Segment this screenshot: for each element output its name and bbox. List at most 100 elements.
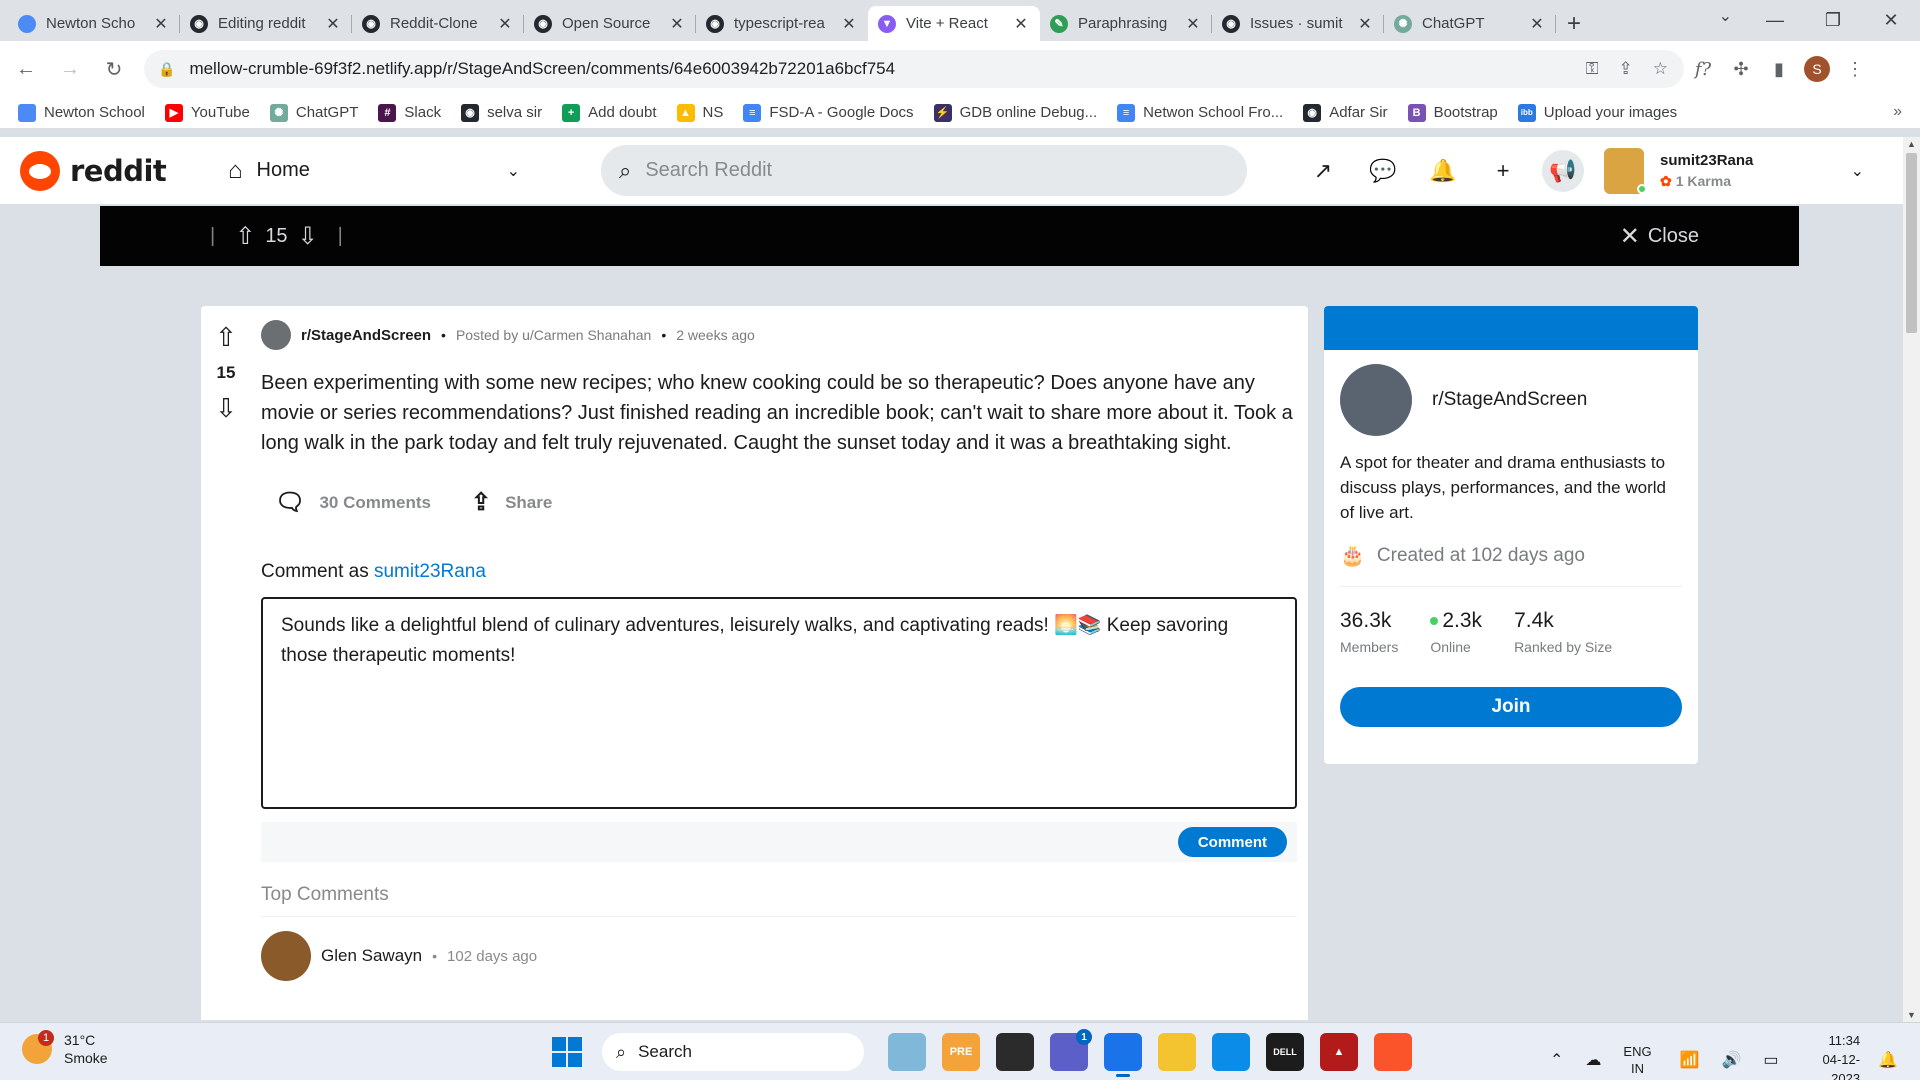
taskbar-app-brave-icon[interactable] — [1374, 1033, 1412, 1071]
address-bar[interactable]: 🔒 mellow-crumble-69f3f2.netlify.app/r/St… — [144, 50, 1684, 88]
subreddit-link[interactable]: r/StageAndScreen — [301, 327, 431, 344]
bookmark-item[interactable]: ▶ YouTube — [164, 103, 250, 122]
bookmark-item[interactable]: ▲ NS — [676, 103, 723, 122]
weather-widget[interactable]: 1 31°C Smoke — [22, 1030, 108, 1067]
browser-tab[interactable]: Newton Scho ✕ — [8, 6, 180, 41]
comment-submit-button[interactable]: Comment — [1177, 827, 1287, 857]
taskbar-app-edge-icon[interactable] — [1212, 1033, 1250, 1071]
scroll-up-icon[interactable]: ▲ — [1907, 139, 1916, 149]
share-icon[interactable]: ⇪ — [1619, 59, 1633, 79]
tab-close-icon[interactable]: ✕ — [668, 14, 686, 34]
bookmark-item[interactable]: + Add doubt — [562, 103, 657, 122]
forward-arrow-icon[interactable]: → — [52, 51, 88, 87]
tab-close-icon[interactable]: ✕ — [152, 14, 170, 34]
notification-bell-icon[interactable]: 🔔 — [1878, 1050, 1898, 1070]
browser-tab[interactable]: ✺ ChatGPT ✕ — [1384, 6, 1556, 41]
reload-icon[interactable]: ↻ — [96, 51, 132, 87]
browser-tab[interactable]: ◉ Reddit-Clone ✕ — [352, 6, 524, 41]
join-button[interactable]: Join — [1340, 687, 1682, 727]
bookmarks-overflow-icon[interactable]: » — [1893, 103, 1902, 121]
bookmark-item[interactable]: Newton School — [18, 103, 145, 122]
community-name[interactable]: r/StageAndScreen — [1432, 389, 1587, 411]
profile-button[interactable]: S — [1798, 50, 1836, 88]
chat-icon[interactable]: 💬 — [1362, 150, 1404, 192]
taskbar-app-chrome-icon[interactable] — [1104, 1033, 1142, 1077]
comment-textarea[interactable]: Sounds like a delightful blend of culina… — [261, 597, 1297, 809]
page-scrollbar[interactable]: ▲ ▼ — [1903, 137, 1920, 1022]
downvote-arrow-icon[interactable]: ⇩ — [298, 222, 318, 251]
windows-start-icon[interactable] — [552, 1037, 582, 1067]
volume-icon[interactable]: 🔊 — [1722, 1050, 1742, 1070]
share-button[interactable]: ⇪ Share — [471, 488, 552, 517]
bookmark-item[interactable]: ≡ FSD-A - Google Docs — [743, 103, 914, 122]
close-window-icon[interactable]: ✕ — [1862, 10, 1920, 31]
back-arrow-icon[interactable]: ← — [8, 51, 44, 87]
restore-icon[interactable]: ❐ — [1804, 10, 1862, 31]
new-tab-button[interactable]: + — [1556, 6, 1592, 41]
battery-icon[interactable]: ▭ — [1763, 1050, 1778, 1070]
tab-close-icon[interactable]: ✕ — [496, 14, 514, 34]
bookmark-item[interactable]: ◉ selva sir — [461, 103, 542, 122]
taskbar-app-file-explorer-icon[interactable] — [1158, 1033, 1196, 1071]
browser-menu-icon[interactable]: ⋮ — [1836, 50, 1874, 88]
url-text[interactable]: mellow-crumble-69f3f2.netlify.app/r/Stag… — [189, 59, 1585, 79]
reddit-logo[interactable]: reddit — [20, 150, 167, 191]
bookmark-item[interactable]: ✺ ChatGPT — [269, 103, 358, 122]
advertise-megaphone-icon[interactable]: 📢 — [1542, 149, 1584, 192]
tab-close-icon[interactable]: ✕ — [1012, 14, 1030, 34]
taskbar-app-widgets-icon[interactable]: PRE — [942, 1033, 980, 1071]
tab-search-chevron-icon[interactable]: ⌄ — [1719, 6, 1732, 26]
minimize-icon[interactable]: — — [1746, 10, 1804, 31]
input-language[interactable]: ENG IN — [1623, 1043, 1651, 1077]
upvote-arrow-icon[interactable]: ⇧ — [215, 322, 237, 353]
browser-tab[interactable]: ▼ Vite + React ✕ — [868, 6, 1040, 41]
show-hidden-icons-chevron-icon[interactable]: ⌃ — [1550, 1050, 1563, 1070]
tab-close-icon[interactable]: ✕ — [1184, 14, 1202, 34]
reddit-search-input[interactable] — [645, 159, 1206, 182]
bookmark-star-icon[interactable]: ☆ — [1653, 59, 1668, 79]
bookmark-item[interactable]: # Slack — [378, 103, 441, 122]
notifications-bell-icon[interactable]: 🔔 — [1422, 150, 1464, 192]
side-panel-icon[interactable]: ▮ — [1760, 50, 1798, 88]
taskbar-app-teams-icon[interactable]: 1 — [1050, 1029, 1092, 1071]
home-dropdown[interactable]: ⌂ Home ⌄ — [228, 150, 520, 192]
taskbar-app-task-view-icon[interactable] — [996, 1033, 1034, 1071]
close-post-button[interactable]: ✕ Close — [1620, 222, 1699, 251]
comments-button[interactable]: 🗨 30 Comments — [275, 488, 431, 517]
onedrive-cloud-icon[interactable]: ☁ — [1585, 1050, 1601, 1070]
popular-icon[interactable]: ↗ — [1302, 150, 1344, 192]
system-clock[interactable]: 11:34 04-12-2023 — [1801, 1031, 1861, 1080]
bookmark-item[interactable]: ◉ Adfar Sir — [1303, 103, 1388, 122]
bookmark-item[interactable]: B Bootstrap — [1407, 103, 1498, 122]
scroll-down-icon[interactable]: ▼ — [1907, 1010, 1916, 1020]
browser-tab[interactable]: ◉ Issues · sumit ✕ — [1212, 6, 1384, 41]
tab-close-icon[interactable]: ✕ — [840, 14, 858, 34]
site-info-icon[interactable]: 🔒 — [158, 61, 175, 78]
create-post-plus-icon[interactable]: + — [1482, 150, 1524, 192]
tab-close-icon[interactable]: ✕ — [1356, 14, 1374, 34]
reddit-search-bar[interactable]: ⌕ — [601, 145, 1247, 196]
puzzle-extensions-icon[interactable]: ✣ — [1722, 50, 1760, 88]
comment-as-user-link[interactable]: sumit23Rana — [374, 561, 486, 582]
key-icon[interactable]: ⚿ — [1586, 59, 1599, 79]
bookmark-item[interactable]: ≡ Netwon School Fro... — [1117, 103, 1283, 122]
taskbar-app-autodesk-icon[interactable]: ▲ — [1320, 1033, 1358, 1071]
commenter-name[interactable]: Glen Sawayn — [321, 946, 422, 966]
browser-tab[interactable]: ◉ Open Source ✕ — [524, 6, 696, 41]
posted-by[interactable]: Posted by u/Carmen Shanahan — [456, 327, 651, 343]
function-extension-icon[interactable]: f? — [1684, 50, 1722, 88]
browser-tab[interactable]: ◉ Editing reddit ✕ — [180, 6, 352, 41]
tab-close-icon[interactable]: ✕ — [324, 14, 342, 34]
browser-tab[interactable]: ✎ Paraphrasing ✕ — [1040, 6, 1212, 41]
scrollbar-thumb[interactable] — [1906, 153, 1917, 333]
browser-tab[interactable]: ◉ typescript-rea ✕ — [696, 6, 868, 41]
taskbar-app-dell-icon[interactable]: DELL — [1266, 1033, 1304, 1071]
bookmark-item[interactable]: ibb Upload your images — [1517, 103, 1677, 122]
taskbar-search[interactable]: ⌕ Search — [602, 1033, 864, 1071]
tab-close-icon[interactable]: ✕ — [1528, 14, 1546, 34]
taskbar-app-copilot-icon[interactable] — [888, 1033, 926, 1071]
bookmark-item[interactable]: ⚡ GDB online Debug... — [933, 103, 1097, 122]
upvote-arrow-icon[interactable]: ⇧ — [235, 222, 255, 251]
user-menu[interactable]: sumit23Rana ✿ 1 Karma ⌄ — [1604, 147, 1864, 194]
wifi-icon[interactable]: 📶 — [1680, 1050, 1700, 1070]
